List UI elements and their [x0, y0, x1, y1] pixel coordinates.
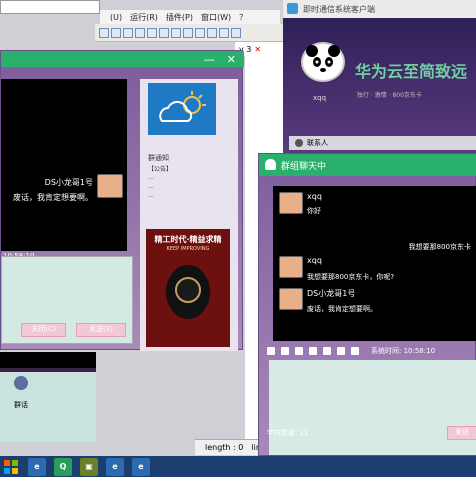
weather-widget [148, 83, 216, 135]
private-chat-window: — ✕ DS小龙哥1号 废话，我肯定想要啊。 10:58:10 关闭(C) 发送… [0, 50, 244, 351]
panel-body: 群话 [0, 372, 96, 442]
contacts-label: 联系人 [307, 139, 328, 147]
toolbar-icon[interactable] [123, 27, 133, 38]
tagline: 独行 · 激情 · 800京东卡 [357, 92, 422, 99]
group-message-input[interactable] [269, 360, 476, 455]
group-chat-window: 群组聊天中 xqq 你好 我想要那800京东卡 xqq 我想要那800京东卡，你… [258, 153, 476, 456]
group-chat-titlebar: 群组聊天中 [259, 154, 476, 176]
avatar[interactable] [301, 42, 345, 82]
message-sender: xqq [307, 256, 322, 265]
minimize-icon[interactable]: — [204, 53, 215, 66]
chat-titlebar: — ✕ [1, 51, 244, 67]
ide-icon[interactable]: ▣ [80, 457, 98, 476]
message-sender: xqq [307, 192, 322, 201]
chat-sidebar: 群通知 【公告】 — — — 精工时代·精益求精 KEEP IMPROVING [140, 79, 238, 351]
toolbar-icon[interactable] [99, 27, 109, 38]
avatar [279, 288, 303, 310]
gift-icon[interactable] [323, 347, 331, 355]
client-title: 即时通信系统客户端 [303, 4, 375, 14]
message-text: 废话，我肯定想要啊。 [13, 193, 93, 202]
notice-title: 群通知 [148, 154, 169, 162]
send-button[interactable]: 发送 [447, 426, 476, 440]
notice-line: — [148, 193, 154, 200]
message-text: 我想要那800京东卡，你呢? [307, 273, 395, 281]
group-chat-title: 群组聊天中 [281, 161, 327, 172]
brand-slogan: 华为云至简致远 [355, 62, 468, 81]
close-button[interactable]: 关闭(C) [21, 323, 66, 337]
menu-item[interactable]: 窗口(W) [201, 12, 231, 23]
menu-item[interactable]: ？ [239, 12, 247, 23]
font-icon[interactable] [267, 347, 275, 355]
toolbar-icon[interactable] [231, 27, 241, 38]
app-icon [287, 3, 298, 14]
client-titlebar: 即时通信系统客户端 [283, 0, 476, 18]
ie-browser-icon[interactable]: e [106, 457, 124, 476]
menu-item[interactable]: 插件(P) [166, 12, 193, 23]
toolbar-icon[interactable] [135, 27, 145, 38]
toolbar-icon[interactable] [183, 27, 193, 38]
send-button[interactable]: 发送(S) [76, 323, 126, 337]
notice-line: — [148, 175, 154, 182]
panda-icon [306, 45, 340, 77]
menu-item[interactable]: (U) [110, 13, 122, 22]
notice-line: 【公告】 [148, 166, 173, 173]
message-sender: DS小龙哥1号 [307, 289, 356, 298]
client-main-window: 即时通信系统客户端 xqq 华为云至简致远 独行 · 激情 · 800京东卡 联… [283, 0, 476, 155]
ide-titlebar [0, 0, 100, 14]
bell-icon [265, 159, 276, 170]
image-icon[interactable] [337, 347, 345, 355]
scissors-icon[interactable] [351, 347, 359, 355]
notice-line: — [148, 184, 154, 191]
contacts-header[interactable]: 联系人 [289, 136, 476, 150]
menu-item[interactable]: 运行(R) [130, 12, 158, 23]
system-time: 系统时间: 10:58:10 [371, 347, 436, 355]
ie-browser-icon[interactable]: e [132, 457, 150, 476]
message-text: 废话，我肯定想要啊。 [307, 305, 377, 313]
weather-icon [159, 91, 206, 122]
voice-icon[interactable] [309, 347, 317, 355]
toolbar-icon[interactable] [171, 27, 181, 38]
toolbar-icon[interactable] [159, 27, 169, 38]
watch-image [166, 265, 210, 319]
message-text: 你好 [307, 207, 321, 215]
group-panel: 群话 [0, 352, 96, 442]
group-toolbar: 系统时间: 10:58:10 [267, 344, 476, 358]
character-count: 字符数量: 11 [267, 429, 309, 437]
qq-icon[interactable]: Q [54, 457, 72, 476]
taskbar: e Q ▣ e e [0, 456, 476, 477]
close-icon[interactable]: ✕ [227, 53, 236, 66]
message-sender: DS小龙哥1号 [44, 178, 93, 187]
group-message-area[interactable]: xqq 你好 我想要那800京东卡 xqq 我想要那800京东卡，你呢? DS小… [273, 186, 476, 341]
notice-list: 【公告】 — — — [148, 165, 228, 217]
ide-toolbar [95, 24, 285, 42]
ad-title: 精工时代·精益求精 [154, 235, 222, 244]
group-icon[interactable] [14, 376, 28, 390]
toolbar-icon[interactable] [195, 27, 205, 38]
toolbar-icon[interactable] [111, 27, 121, 38]
panel-header [0, 352, 96, 368]
toolbar-icon[interactable] [207, 27, 217, 38]
message-text: 我想要那800京东卡 [408, 243, 471, 251]
ad-banner[interactable]: 精工时代·精益求精 KEEP IMPROVING [146, 229, 230, 347]
message-area[interactable]: DS小龙哥1号 废话，我肯定想要啊。 [1, 79, 127, 251]
toolbar-icon[interactable] [147, 27, 157, 38]
shake-icon[interactable] [295, 347, 303, 355]
ad-subtitle: KEEP IMPROVING [166, 246, 210, 252]
ie-browser-icon[interactable]: e [28, 457, 46, 476]
ide-menubar: (U) 运行(R) 插件(P) 窗口(W) ？ [100, 10, 280, 24]
status-length: length : 0 [205, 443, 244, 452]
windows-start-icon[interactable] [2, 457, 20, 476]
user-name: xqq [313, 94, 327, 102]
emoji-icon[interactable] [281, 347, 289, 355]
avatar [279, 256, 303, 278]
close-icon[interactable]: ✕ [254, 45, 261, 54]
person-icon [295, 139, 303, 147]
avatar [279, 192, 303, 214]
watch-face-icon [175, 277, 201, 303]
avatar [97, 174, 123, 198]
group-label: 群话 [14, 401, 28, 409]
toolbar-icon[interactable] [219, 27, 229, 38]
